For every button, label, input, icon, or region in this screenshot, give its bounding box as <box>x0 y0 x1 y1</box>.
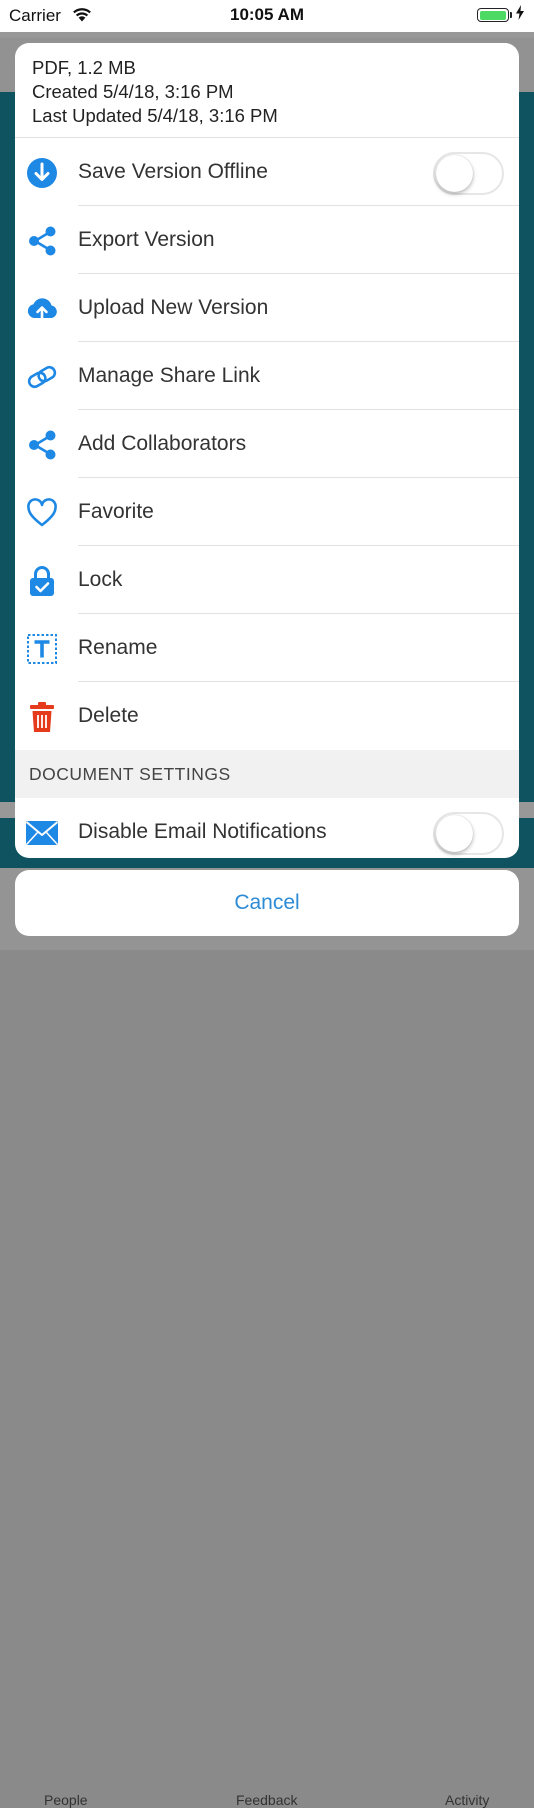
menu-item-label: Upload New Version <box>78 296 269 319</box>
trash-icon <box>25 700 59 734</box>
cancel-button[interactable]: Cancel <box>15 870 519 936</box>
menu-item-label: Disable Email Notifications <box>78 820 327 843</box>
battery-level <box>479 10 506 20</box>
email-notifications-toggle[interactable] <box>433 812 504 855</box>
download-circle-icon <box>25 156 59 190</box>
charging-bolt-icon <box>516 5 524 25</box>
menu-item-export-version[interactable]: Export Version <box>15 206 519 274</box>
menu-item-label: Manage Share Link <box>78 364 261 387</box>
mail-icon <box>25 816 59 850</box>
last-updated-date: Last Updated 5/4/18, 3:16 PM <box>32 105 278 126</box>
menu-item-save-version-offline[interactable]: Save Version Offline <box>15 138 519 206</box>
menu-item-add-collaborators[interactable]: Add Collaborators <box>15 410 519 478</box>
menu-item-label: Lock <box>78 568 123 591</box>
cloud-upload-icon <box>25 292 59 326</box>
link-icon <box>25 360 59 394</box>
menu-item-delete[interactable]: Delete <box>15 682 519 750</box>
status-bar: Carrier 10:05 AM <box>0 0 534 32</box>
background-tab-feedback: Feedback <box>236 1792 298 1808</box>
battery-tip <box>510 12 512 18</box>
rename-icon <box>25 632 59 666</box>
share-icon <box>25 224 59 258</box>
battery-icon <box>477 8 509 22</box>
background-tab-activity: Activity <box>445 1792 490 1808</box>
menu-item-label: Favorite <box>78 500 154 523</box>
toggle-knob <box>436 815 473 852</box>
menu-item-label: Export Version <box>78 228 215 251</box>
menu-item-label: Add Collaborators <box>78 432 247 455</box>
menu-item-rename[interactable]: Rename <box>15 614 519 682</box>
share-icon <box>25 428 59 462</box>
created-date: Created 5/4/18, 3:16 PM <box>32 81 234 102</box>
menu-item-label: Delete <box>78 704 139 727</box>
heart-icon <box>25 496 59 530</box>
document-settings-header: DOCUMENT SETTINGS <box>15 750 519 798</box>
save-offline-toggle[interactable] <box>433 152 504 195</box>
menu-item-label: Rename <box>78 636 158 659</box>
file-type-size: PDF, 1.2 MB <box>32 57 136 78</box>
menu-item-manage-share-link[interactable]: Manage Share Link <box>15 342 519 410</box>
menu-item-upload-new-version[interactable]: Upload New Version <box>15 274 519 342</box>
background-tab-people: People <box>44 1792 88 1808</box>
document-action-sheet: PDF, 1.2 MB Created 5/4/18, 3:16 PM Last… <box>15 43 519 858</box>
clock-time: 10:05 AM <box>229 5 304 24</box>
menu-item-disable-email-notifications[interactable]: Disable Email Notifications <box>15 798 519 858</box>
menu-item-favorite[interactable]: Favorite <box>15 478 519 546</box>
document-info: PDF, 1.2 MB Created 5/4/18, 3:16 PM Last… <box>15 43 519 138</box>
menu-item-label: Save Version Offline <box>78 160 268 183</box>
lock-check-icon <box>25 564 59 598</box>
menu-item-lock[interactable]: Lock <box>15 546 519 614</box>
toggle-knob <box>436 155 473 192</box>
